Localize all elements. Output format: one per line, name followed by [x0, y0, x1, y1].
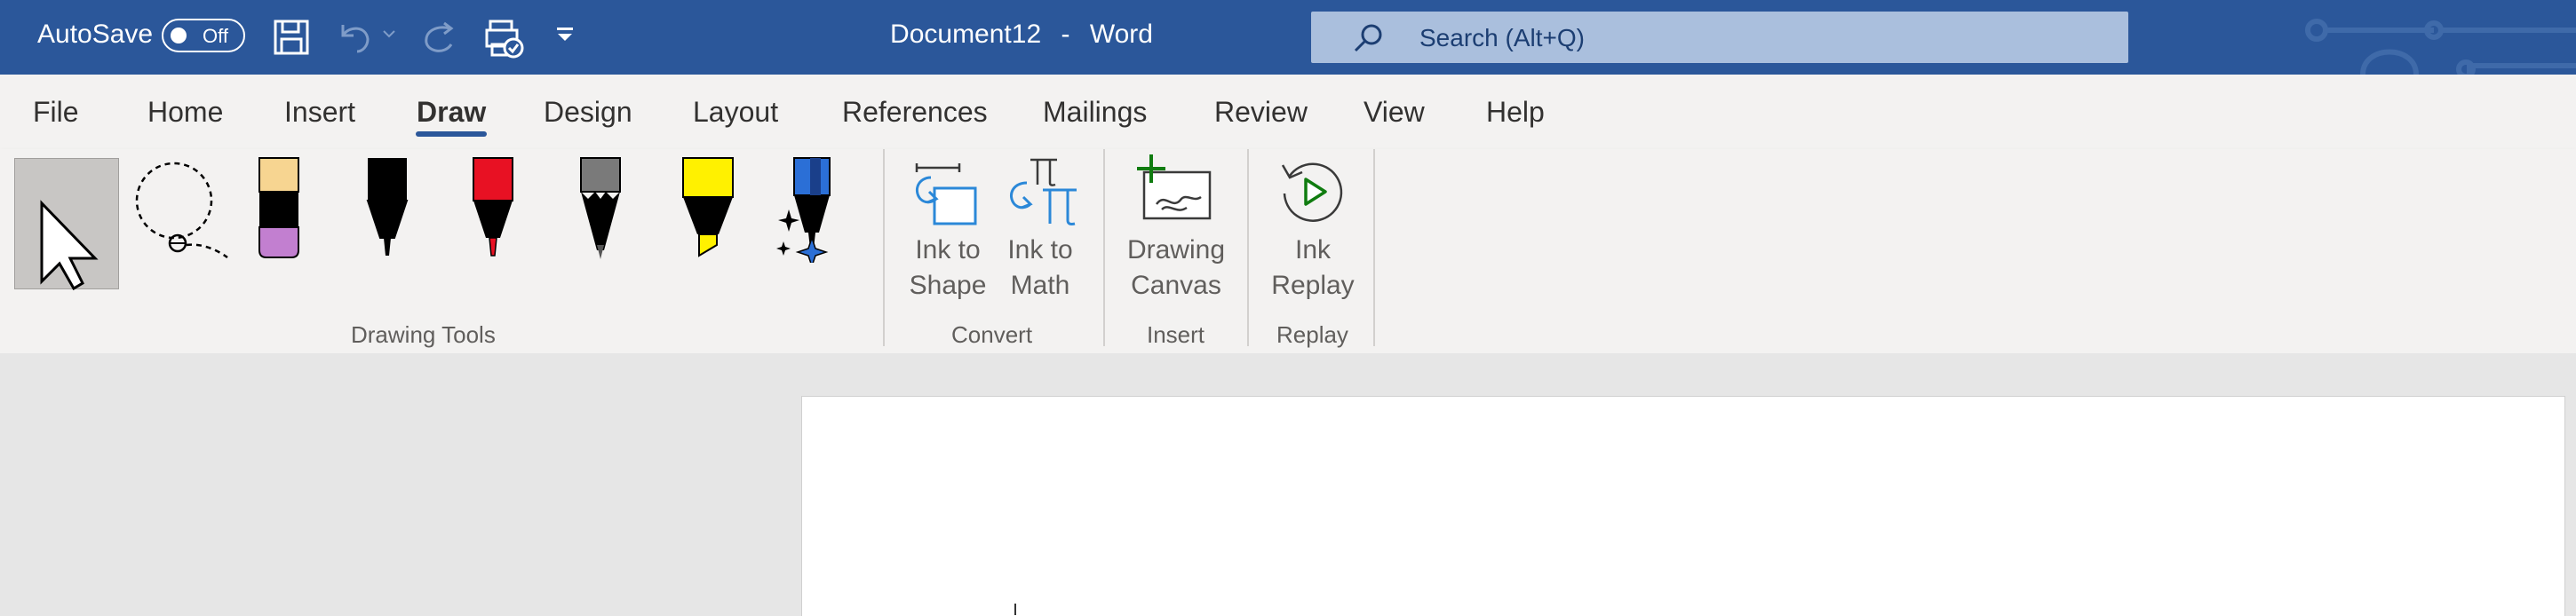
ink-to-math-label: Ink to Math: [991, 233, 1089, 304]
search-icon: [1350, 22, 1386, 59]
ink-to-math-icon: [1010, 158, 1077, 225]
ink-to-shape-label-line2: Shape: [909, 271, 987, 300]
drawing-canvas-label: Drawing Canvas: [1123, 233, 1229, 304]
lasso-select-button[interactable]: [130, 156, 233, 267]
toggle-knob: [171, 28, 187, 43]
touch-mode-icon[interactable]: [483, 18, 526, 63]
red-pen-button[interactable]: [468, 156, 518, 267]
group-separator: [1373, 149, 1375, 346]
tab-layout[interactable]: Layout: [693, 96, 778, 129]
tab-file[interactable]: File: [33, 96, 79, 129]
lasso-icon: [135, 162, 228, 259]
drawing-canvas-label-line2: Canvas: [1131, 271, 1221, 300]
ink-to-shape-label: Ink to Shape: [899, 233, 997, 304]
pencil-icon: [580, 157, 621, 259]
ink-to-math-label-line1: Ink to: [1007, 235, 1073, 265]
drawing-canvas-icon: [1137, 154, 1212, 220]
drawing-canvas-button[interactable]: [1135, 153, 1215, 232]
autosave-label: AutoSave: [37, 20, 154, 49]
app-name: Word: [1089, 20, 1153, 49]
document-name: Document12: [890, 20, 1042, 49]
tab-review[interactable]: Review: [1214, 96, 1308, 129]
galaxy-pen-button[interactable]: [776, 156, 840, 269]
select-objects-button[interactable]: [14, 158, 119, 291]
ink-to-math-button[interactable]: [1004, 154, 1080, 233]
tab-design[interactable]: Design: [544, 96, 632, 129]
group-separator: [1247, 149, 1249, 346]
eraser-button[interactable]: [254, 156, 304, 267]
ink-to-math-label-line2: Math: [1010, 271, 1070, 300]
circuit-decoration-icon: [2305, 19, 2576, 75]
search-box[interactable]: Search (Alt+Q): [1311, 12, 2128, 63]
customize-toolbar-icon[interactable]: [554, 25, 576, 51]
ink-replay-label-line2: Replay: [1271, 271, 1355, 300]
ink-replay-icon: [1281, 162, 1343, 222]
tab-view[interactable]: View: [1364, 96, 1425, 129]
ink-replay-label-line1: Ink: [1294, 235, 1332, 265]
ink-replay-button[interactable]: [1277, 156, 1348, 232]
title-separator: -: [1061, 20, 1070, 49]
red-pen-icon: [473, 157, 513, 257]
pencil-button[interactable]: [576, 156, 625, 267]
redo-icon[interactable]: [417, 18, 458, 61]
search-placeholder: Search (Alt+Q): [1419, 24, 1585, 51]
group-label-drawing-tools: Drawing Tools: [351, 321, 496, 348]
ink-to-shape-icon: [915, 163, 977, 225]
ink-to-shape-label-line1: Ink to: [915, 235, 981, 265]
highlighter-button[interactable]: [680, 156, 736, 267]
black-pen-icon: [366, 158, 409, 256]
autosave-toggle[interactable]: Off: [162, 19, 245, 52]
tab-mailings[interactable]: Mailings: [1043, 96, 1147, 129]
save-icon[interactable]: [272, 18, 311, 61]
active-tab-indicator: [416, 131, 487, 137]
galaxy-pen-icon: [776, 157, 831, 269]
tab-draw[interactable]: Draw: [417, 96, 486, 129]
ink-to-shape-button[interactable]: [910, 158, 986, 233]
group-separator: [883, 149, 885, 346]
highlighter-icon: [682, 157, 734, 257]
tab-references[interactable]: References: [842, 96, 988, 129]
title-bar: AutoSave Off Document12 - Word Search (A…: [0, 0, 2576, 75]
black-pen-button[interactable]: [362, 156, 412, 267]
ink-replay-label: Ink Replay: [1260, 233, 1366, 304]
group-label-convert: Convert: [951, 321, 1033, 348]
group-separator: [1103, 149, 1105, 346]
text-cursor: [1014, 604, 1016, 615]
tab-insert[interactable]: Insert: [284, 96, 355, 129]
tab-home[interactable]: Home: [147, 96, 223, 129]
document-page[interactable]: [801, 396, 2565, 616]
eraser-icon: [258, 157, 299, 258]
ribbon-draw: Drawing Tools Ink to Shape Ink to Math C…: [0, 149, 2576, 353]
group-label-replay: Replay: [1276, 321, 1348, 348]
drawing-canvas-label-line1: Drawing: [1126, 235, 1226, 265]
autosave-state: Off: [203, 25, 228, 47]
undo-dropdown-icon[interactable]: [382, 27, 396, 45]
pointer-icon: [40, 200, 99, 291]
ribbon-tabs: File Home Insert Draw Design Layout Refe…: [0, 75, 2576, 149]
group-label-insert: Insert: [1147, 321, 1205, 348]
undo-icon[interactable]: [336, 18, 378, 61]
tab-help[interactable]: Help: [1486, 96, 1545, 129]
